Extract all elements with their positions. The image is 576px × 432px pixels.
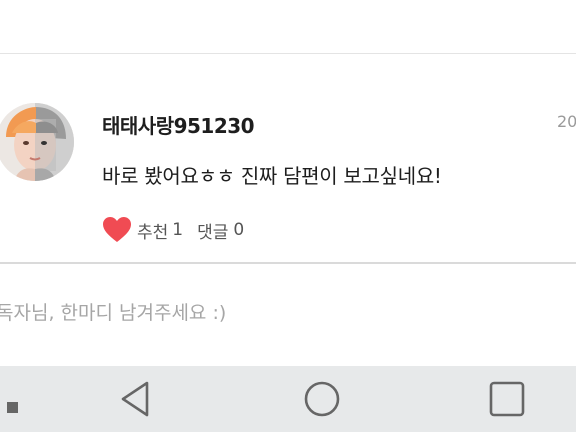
reply-count: 0 <box>233 220 245 240</box>
home-icon <box>304 381 340 417</box>
back-icon <box>121 381 149 417</box>
heart-icon <box>103 217 131 242</box>
reply-button[interactable]: 댓글 0 <box>197 218 244 243</box>
recents-icon <box>489 381 525 417</box>
comment-body: 바로 봤어요ㅎㅎ 진짜 담편이 보고싶네요! <box>102 164 442 188</box>
profile-photo-icon <box>0 103 74 181</box>
comment-item: 태태사랑951230 20 바로 봤어요ㅎㅎ 진짜 담편이 보고싶네요! 추천 … <box>0 54 576 262</box>
comment-input[interactable] <box>0 298 566 328</box>
system-navigation-bar <box>0 366 576 432</box>
comment-input-area <box>0 264 576 366</box>
like-button[interactable]: 추천 1 <box>102 216 183 244</box>
comment-author[interactable]: 태태사랑951230 <box>102 110 255 139</box>
home-button[interactable] <box>290 366 354 432</box>
like-count: 1 <box>172 220 184 240</box>
notification-dot-icon <box>7 402 18 413</box>
like-label: 추천 <box>137 222 169 243</box>
previous-content-strip <box>0 0 576 54</box>
avatar[interactable] <box>0 103 74 181</box>
cropped-text-remnant <box>118 0 238 2</box>
back-button[interactable] <box>104 366 168 432</box>
reply-label: 댓글 <box>197 222 229 243</box>
comment-date: 20 <box>557 112 576 131</box>
comment-actions: 추천 1 댓글 0 <box>102 216 244 244</box>
recents-button[interactable] <box>475 366 539 432</box>
